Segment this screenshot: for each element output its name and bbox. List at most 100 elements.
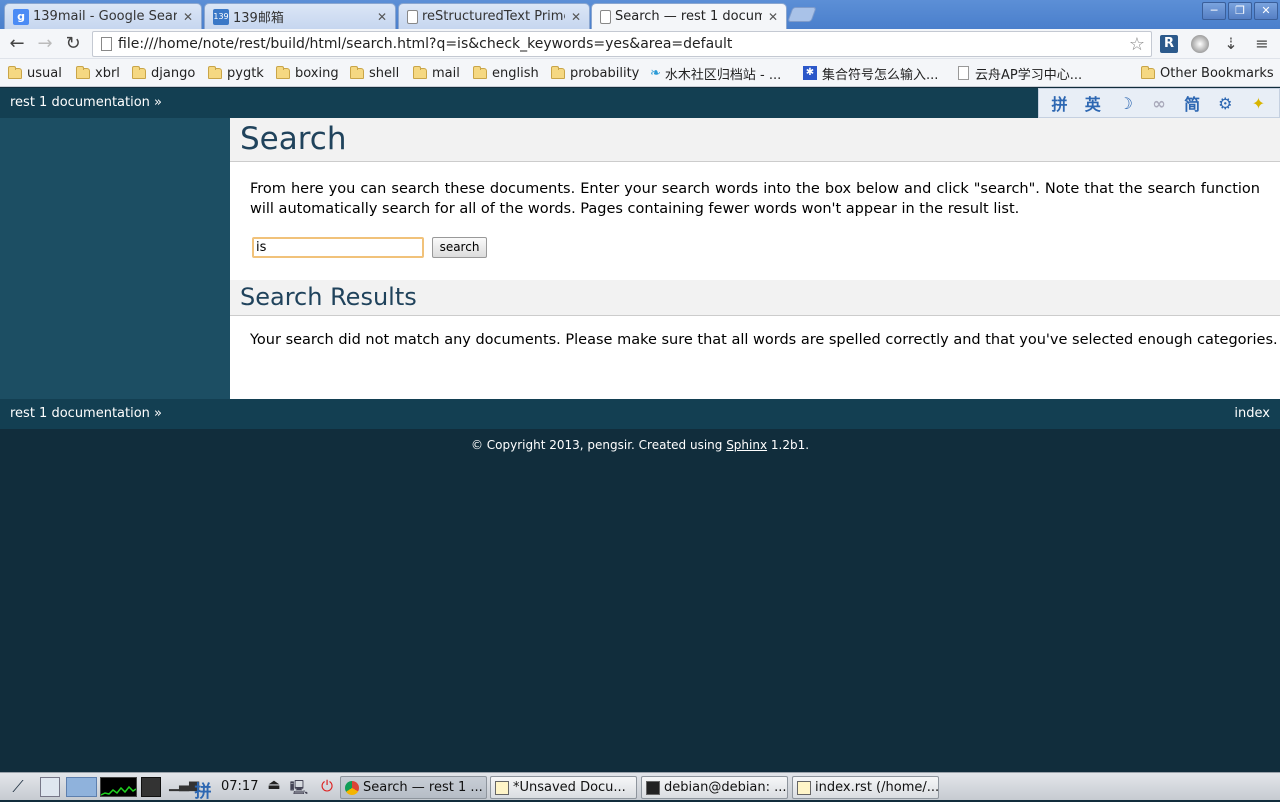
forward-arrow-icon[interactable]: →	[34, 33, 56, 55]
terminal-icon[interactable]	[141, 777, 161, 797]
bookmark-label: 云舟AP学习中心...	[975, 67, 1083, 83]
globe-icon[interactable]	[1191, 35, 1209, 53]
ime-indicator-icon[interactable]: 拼	[193, 777, 213, 802]
search-button[interactable]: search	[432, 237, 487, 258]
tab-rst-primer[interactable]: reStructuredText Primer ✕	[398, 3, 590, 29]
menu-icon[interactable]: ≡	[1253, 35, 1271, 53]
new-tab-button[interactable]	[787, 7, 817, 22]
folder-icon	[76, 65, 90, 79]
related-bar-bottom: rest 1 documentation » index	[0, 399, 1280, 429]
clock[interactable]: 07:17	[221, 779, 258, 794]
copyright-text: © Copyright 2013, pengsir. Created using	[470, 438, 727, 452]
bird-icon: ❧	[650, 65, 661, 81]
bookmark-folder-shell[interactable]: shell	[350, 64, 399, 82]
tab-title: 139mail - Google Search	[33, 9, 177, 24]
breadcrumb-link[interactable]: rest 1 documentation »	[10, 95, 162, 110]
text-editor-icon	[495, 780, 509, 795]
english-mode-icon[interactable]: 英	[1082, 91, 1104, 115]
pinyin-icon[interactable]: 拼	[1049, 91, 1071, 115]
bookmark-link-baidu[interactable]: ✱ 集合符号怎么输入...	[803, 64, 939, 83]
close-icon[interactable]: ✕	[181, 10, 195, 24]
usb-icon[interactable]: ⏏	[264, 777, 284, 797]
tab-search-active[interactable]: Search — rest 1 documentation ✕	[591, 3, 787, 29]
minimize-button[interactable]: ─	[1202, 2, 1226, 20]
close-icon[interactable]: ✕	[766, 10, 780, 24]
punctuation-icon[interactable]: ∞	[1148, 94, 1170, 113]
bookmark-label: english	[492, 65, 539, 81]
mail139-icon: 139	[213, 8, 229, 25]
extension-r-icon[interactable]: R	[1160, 35, 1178, 53]
index-link[interactable]: index	[1234, 406, 1270, 421]
results-title: Search Results	[240, 283, 417, 311]
tab-139mail[interactable]: 139 139邮箱 ✕	[204, 3, 396, 29]
network-signal-icon[interactable]: ▁▃▅	[169, 777, 199, 797]
task-index-rst[interactable]: index.rst (/home/...	[792, 776, 939, 799]
other-bookmarks[interactable]: Other Bookmarks	[1141, 64, 1274, 82]
star-sparkle-icon[interactable]: ✦	[1247, 94, 1269, 113]
page-icon	[407, 9, 418, 24]
start-menu-icon[interactable]: ⟋	[8, 777, 28, 797]
task-chrome-search[interactable]: Search — rest 1 ...	[340, 776, 487, 799]
task-label: index.rst (/home/...	[815, 780, 939, 795]
bookmark-folder-boxing[interactable]: boxing	[276, 64, 339, 82]
cpu-monitor-icon	[100, 777, 137, 797]
sphinx-link[interactable]: Sphinx	[726, 438, 767, 452]
text-editor-icon	[797, 780, 811, 795]
close-icon[interactable]: ✕	[375, 10, 389, 24]
download-icon[interactable]: ⇣	[1222, 35, 1240, 53]
folder-icon	[350, 65, 364, 79]
address-bar[interactable]: file:///home/note/rest/build/html/search…	[92, 31, 1152, 57]
page-icon	[958, 66, 969, 80]
bookmark-link-shuimu[interactable]: ❧ 水木社区归档站 - ...	[650, 64, 781, 83]
reload-icon[interactable]: ↻	[62, 33, 84, 55]
breadcrumb-link[interactable]: rest 1 documentation »	[10, 406, 162, 421]
baidu-paw-icon: ✱	[803, 66, 817, 80]
page-icon	[600, 9, 611, 24]
bookmark-link-yunzhou[interactable]: 云舟AP学习中心...	[958, 64, 1083, 83]
bookmark-folder-probability[interactable]: probability	[551, 64, 639, 82]
power-icon[interactable]: ⏻	[317, 777, 337, 797]
tab-google-search[interactable]: g 139mail - Google Search ✕	[4, 3, 202, 29]
bookmark-label: shell	[369, 65, 400, 81]
bookmark-label: 集合符号怎么输入...	[822, 67, 939, 83]
simplified-icon[interactable]: 简	[1181, 91, 1203, 115]
task-label: Search — rest 1 ...	[363, 780, 483, 795]
bookmark-folder-usual[interactable]: usual	[8, 64, 62, 82]
related-bar-top: rest 1 documentation » ex 拼 英 ☽ ∞ 简 ⚙ ✦	[0, 88, 1280, 118]
no-results-message: Your search did not match any documents.…	[250, 332, 1278, 348]
bookmark-folder-mail[interactable]: mail	[413, 64, 460, 82]
close-icon[interactable]: ✕	[569, 10, 583, 24]
bookmark-star-icon[interactable]: ☆	[1129, 34, 1145, 55]
bookmark-label: xbrl	[95, 65, 120, 81]
search-intro-text: From here you can search these documents…	[250, 181, 1260, 217]
back-arrow-icon[interactable]: ←	[6, 33, 28, 55]
results-title-box: Search Results	[230, 280, 1280, 316]
folder-icon	[413, 65, 427, 79]
settings-gear-icon[interactable]: ⚙	[1214, 94, 1236, 113]
bookmark-folder-pygtk[interactable]: pygtk	[208, 64, 264, 82]
ime-toolbar: 拼 英 ☽ ∞ 简 ⚙ ✦	[1038, 88, 1280, 118]
file-manager-icon[interactable]	[40, 777, 60, 797]
tab-title: Search — rest 1 documentation	[615, 9, 762, 24]
bookmark-folder-django[interactable]: django	[132, 64, 195, 82]
tab-strip: g 139mail - Google Search ✕ 139 139邮箱 ✕ …	[0, 0, 1280, 29]
half-width-moon-icon[interactable]: ☽	[1115, 94, 1137, 113]
browser-toolbar: ← → ↻ file:///home/note/rest/build/html/…	[0, 29, 1280, 59]
desktop-pager-icon[interactable]	[66, 777, 97, 797]
network-computer-icon[interactable]: 🖳	[289, 777, 309, 797]
bookmark-folder-english[interactable]: english	[473, 64, 539, 82]
terminal-icon	[646, 780, 660, 795]
task-unsaved-document[interactable]: *Unsaved Docu...	[490, 776, 637, 799]
bookmark-label: mail	[432, 65, 460, 81]
bookmark-folder-xbrl[interactable]: xbrl	[76, 64, 120, 82]
url-text[interactable]: file:///home/note/rest/build/html/search…	[118, 36, 732, 52]
close-window-button[interactable]: ✕	[1254, 2, 1278, 20]
bookmark-label: probability	[570, 65, 640, 81]
bookmark-label: Other Bookmarks	[1160, 65, 1274, 81]
task-terminal[interactable]: debian@debian: ...	[641, 776, 788, 799]
folder-icon	[132, 65, 146, 79]
maximize-button[interactable]: ❐	[1228, 2, 1252, 20]
folder-icon	[8, 65, 22, 79]
search-input[interactable]	[252, 237, 424, 258]
version-text: 1.2b1.	[767, 438, 810, 452]
